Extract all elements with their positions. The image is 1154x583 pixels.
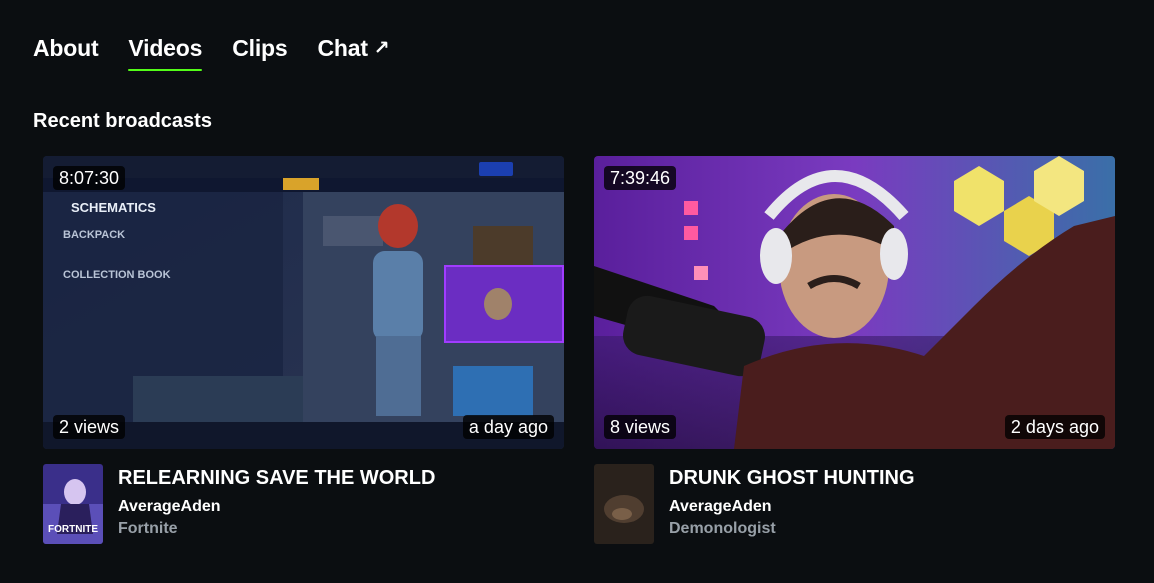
video-title[interactable]: RELEARNING SAVE THE WORLD: [118, 466, 435, 490]
video-card[interactable]: SCHEMATICS BACKPACK COLLECTION BOOK 8:07…: [43, 156, 564, 544]
video-views: 8 views: [604, 415, 677, 439]
svg-text:BACKPACK: BACKPACK: [63, 229, 125, 241]
tab-videos-label: Videos: [128, 35, 203, 61]
svg-text:SCHEMATICS: SCHEMATICS: [71, 200, 156, 215]
fortnite-gameplay-image: SCHEMATICS BACKPACK COLLECTION BOOK: [43, 156, 564, 449]
video-age: a day ago: [462, 415, 554, 439]
svg-text:COLLECTION BOOK: COLLECTION BOOK: [63, 269, 171, 281]
tab-clips-label: Clips: [232, 35, 288, 61]
video-card[interactable]: 7:39:46 8 views 2 days ago DRUNK GHOST H…: [594, 156, 1115, 544]
tab-clips[interactable]: Clips: [232, 34, 287, 62]
demonologist-cover-image: [594, 464, 654, 544]
video-meta: DRUNK GHOST HUNTING AverageAden Demonolo…: [594, 464, 1115, 544]
video-duration: 7:39:46: [604, 166, 677, 190]
tab-videos[interactable]: Videos: [128, 34, 203, 71]
tab-chat[interactable]: Chat ↗: [317, 34, 389, 65]
tab-about[interactable]: About: [33, 34, 99, 62]
tab-chat-label: Chat: [317, 35, 368, 61]
video-duration: 8:07:30: [53, 166, 126, 190]
category-cover[interactable]: FORTNITE: [43, 464, 103, 544]
section-title: Recent broadcasts: [33, 110, 212, 132]
video-title[interactable]: DRUNK GHOST HUNTING: [669, 466, 915, 490]
category-cover[interactable]: [594, 464, 654, 544]
external-link-icon: ↗: [373, 38, 390, 59]
tab-about-label: About: [33, 35, 99, 61]
streamer-webcam-image: [594, 156, 1115, 449]
channel-tabs: About Videos Clips Chat ↗: [33, 34, 390, 71]
video-views: 2 views: [53, 415, 126, 439]
video-thumbnail[interactable]: SCHEMATICS BACKPACK COLLECTION BOOK 8:07…: [43, 156, 564, 449]
channel-name[interactable]: AverageAden: [118, 497, 221, 517]
video-thumbnail[interactable]: 7:39:46 8 views 2 days ago: [594, 156, 1115, 449]
fortnite-cover-image: FORTNITE: [43, 464, 103, 544]
video-meta: FORTNITE RELEARNING SAVE THE WORLD Avera…: [43, 464, 564, 544]
channel-name[interactable]: AverageAden: [669, 497, 772, 517]
category-name[interactable]: Demonologist: [669, 519, 776, 539]
cover-logo-text: FORTNITE: [48, 524, 98, 535]
video-age: 2 days ago: [1004, 415, 1105, 439]
category-name[interactable]: Fortnite: [118, 519, 178, 539]
